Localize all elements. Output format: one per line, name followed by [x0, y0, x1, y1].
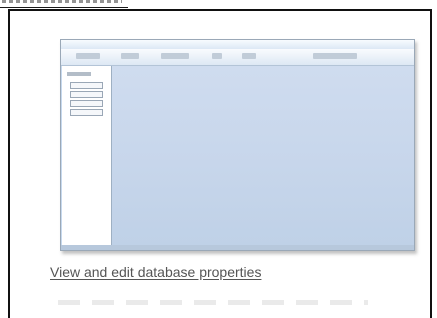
thumbnail-ribbon-mark — [76, 53, 100, 59]
database-window-thumbnail — [60, 39, 415, 251]
thumbnail-ribbon-mark — [313, 53, 357, 59]
thumbnail-nav-item — [70, 100, 103, 107]
thumbnail-nav-heading — [67, 72, 91, 76]
faded-bottom-text — [58, 300, 368, 305]
clipped-top-link[interactable] — [0, 0, 128, 8]
view-edit-database-properties-link[interactable]: View and edit database properties — [50, 263, 261, 281]
thumbnail-statusbar — [61, 245, 414, 250]
thumbnail-nav-item — [70, 91, 103, 98]
thumbnail-nav-item — [70, 82, 103, 89]
thumbnail-ribbon-mark — [161, 53, 189, 59]
thumbnail-navigation-pane — [62, 66, 112, 245]
thumbnail-ribbon-mark — [242, 53, 256, 59]
thumbnail-ribbon-mark — [212, 53, 222, 59]
thumbnail-ribbon — [61, 49, 414, 66]
thumbnail-nav-item — [70, 109, 103, 116]
database-preview-panel: View and edit database properties — [8, 9, 432, 318]
thumbnail-ribbon-mark — [121, 53, 139, 59]
thumbnail-workspace — [112, 66, 414, 245]
database-properties-page: View and edit database properties — [0, 0, 437, 318]
